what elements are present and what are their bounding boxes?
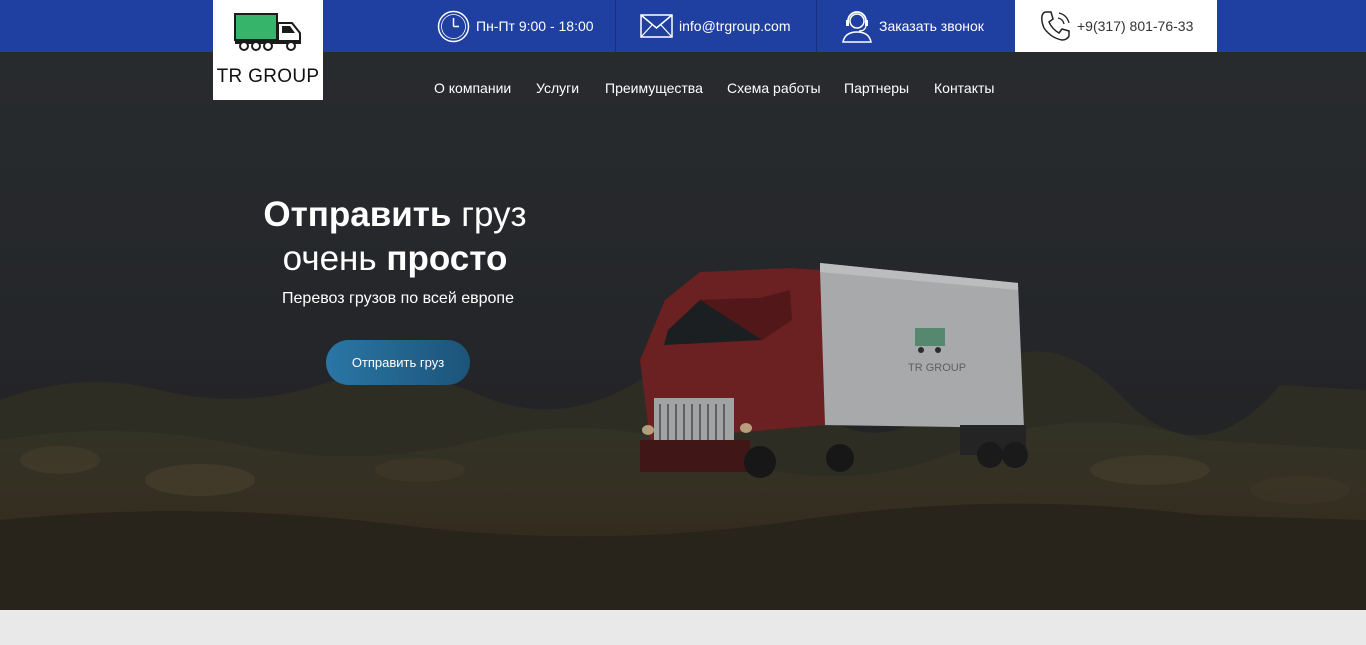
- hero-title-bold-2: просто: [386, 239, 508, 278]
- nav-item-advantages[interactable]: Преимущества: [605, 80, 703, 96]
- hero-title-light-1: груз: [461, 195, 527, 234]
- hero-title: Отправить груз очень просто: [195, 193, 595, 281]
- hero-subtitle: Перевоз грузов по всей европе: [282, 290, 514, 307]
- truck-logo-icon: [234, 13, 301, 51]
- working-hours: Пн-Пт 9:00 - 18:00: [437, 0, 594, 52]
- email-link[interactable]: info@trgroup.com: [640, 0, 790, 52]
- nav-item-about[interactable]: О компании: [434, 80, 511, 96]
- divider: [615, 0, 616, 52]
- send-cargo-button[interactable]: Отправить груз: [326, 340, 470, 385]
- hero-title-light-2: очень: [282, 239, 377, 278]
- operator-icon: [841, 9, 873, 43]
- nav-item-partners[interactable]: Партнеры: [844, 80, 909, 96]
- email-text: info@trgroup.com: [679, 18, 791, 34]
- callback-label: Заказать звонок: [879, 18, 984, 34]
- nav-item-services[interactable]: Услуги: [536, 80, 579, 96]
- nav-item-workflow[interactable]: Схема работы: [727, 80, 821, 96]
- phone-link[interactable]: +9(317) 801-76-33: [1015, 0, 1217, 52]
- hero-title-bold-1: Отправить: [263, 195, 452, 234]
- main-nav: О компании Услуги Преимущества Схема раб…: [0, 80, 1366, 100]
- mail-icon: [640, 14, 673, 38]
- working-hours-text: Пн-Пт 9:00 - 18:00: [476, 18, 594, 34]
- callback-button[interactable]: Заказать звонок: [841, 0, 984, 52]
- divider: [816, 0, 817, 52]
- nav-item-contacts[interactable]: Контакты: [934, 80, 994, 96]
- phone-text: +9(317) 801-76-33: [1077, 18, 1194, 34]
- phone-icon: [1039, 9, 1073, 43]
- clock-icon: [437, 10, 470, 43]
